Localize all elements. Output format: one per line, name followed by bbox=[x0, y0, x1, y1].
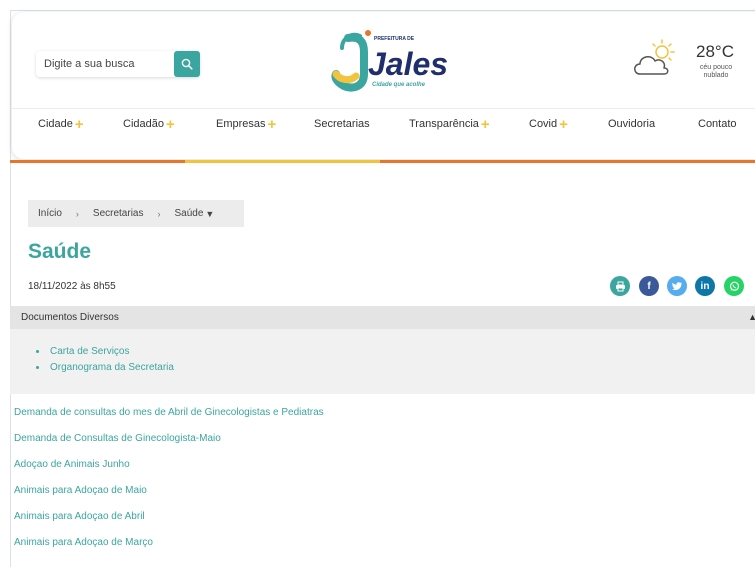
logo-tagline: Cidade que acolhe bbox=[372, 82, 426, 88]
nav-item-label: Transparência bbox=[409, 118, 479, 130]
nav-item-label: Covid bbox=[529, 118, 558, 130]
breadcrumb-item-saude[interactable]: Saúde bbox=[174, 208, 203, 219]
document-link-organograma[interactable]: Organograma da Secretaria bbox=[36, 360, 174, 376]
nav-item-label: Cidade bbox=[38, 118, 73, 130]
documents-header-label: Documentos Diversos bbox=[21, 312, 119, 323]
linkedin-icon: in bbox=[700, 280, 710, 292]
weather-temperature: 28°C bbox=[696, 42, 734, 61]
logo-name: Jales bbox=[368, 46, 448, 82]
breadcrumb-item-inicio[interactable]: Início bbox=[38, 208, 62, 219]
partly-cloudy-icon bbox=[634, 39, 675, 75]
nav-item-label: Secretarias bbox=[314, 118, 370, 130]
search-box bbox=[36, 51, 200, 77]
print-icon bbox=[615, 281, 625, 291]
nav-divider bbox=[12, 108, 755, 109]
nav-item-label: Contato bbox=[698, 118, 737, 130]
breadcrumb-item-secretarias[interactable]: Secretarias bbox=[93, 208, 144, 219]
nav-item-cidade[interactable]: Cidade + bbox=[38, 115, 84, 133]
documents-panel: Documentos Diversos ▲ Carta de Serviços … bbox=[10, 306, 755, 394]
nav-item-transparencia[interactable]: Transparência + bbox=[409, 115, 490, 133]
header-color-bar bbox=[10, 160, 755, 163]
breadcrumb: Início › Secretarias › Saúde ▼ bbox=[28, 200, 244, 227]
documents-header[interactable]: Documentos Diversos ▲ bbox=[10, 306, 755, 329]
nav-item-label: Empresas bbox=[216, 118, 266, 130]
plus-icon: + bbox=[74, 115, 84, 133]
breadcrumb-separator: › bbox=[157, 208, 161, 219]
page-title: Saúde bbox=[28, 240, 92, 263]
search-input[interactable] bbox=[44, 55, 168, 73]
logo-top-text: PREFEITURA DE bbox=[374, 36, 415, 42]
whatsapp-icon bbox=[729, 281, 739, 291]
nav-item-secretarias[interactable]: Secretarias bbox=[314, 118, 370, 130]
nav-item-contato[interactable]: Contato bbox=[698, 118, 737, 130]
caret-up-icon[interactable]: ▲ bbox=[748, 306, 755, 329]
linkedin-share-button[interactable]: in bbox=[695, 276, 715, 296]
plus-icon: + bbox=[480, 115, 490, 133]
facebook-share-button[interactable]: f bbox=[639, 276, 659, 296]
print-button[interactable] bbox=[610, 276, 630, 296]
nav-item-empresas[interactable]: Empresas + bbox=[216, 115, 277, 133]
publish-date: 18/11/2022 às 8h55 bbox=[28, 281, 116, 292]
logo-graphic: PREFEITURA DE Jales Cidade que acolhe bbox=[331, 30, 448, 92]
content-link[interactable]: Demanda de consultas do mes de Abril de … bbox=[14, 406, 324, 432]
content-links: Demanda de consultas do mes de Abril de … bbox=[14, 406, 324, 562]
twitter-icon bbox=[671, 282, 682, 291]
nav-item-ouvidoria[interactable]: Ouvidoria bbox=[608, 118, 655, 130]
content-link[interactable]: Animais para Adoçao de Abril bbox=[14, 510, 324, 536]
whatsapp-share-button[interactable] bbox=[724, 276, 744, 296]
documents-list: Carta de Serviços Organograma da Secreta… bbox=[36, 344, 174, 376]
breadcrumb-separator: › bbox=[75, 208, 79, 219]
caret-down-icon[interactable]: ▼ bbox=[205, 209, 214, 219]
weather-description: céu pouco nublado bbox=[699, 64, 733, 79]
facebook-icon: f bbox=[647, 280, 651, 292]
search-icon bbox=[181, 58, 193, 70]
content-link[interactable]: Demanda de Consultas de Ginecologista-Ma… bbox=[14, 432, 324, 458]
weather-widget: 28°C céu pouco nublado bbox=[630, 38, 750, 90]
nav-item-cidadao[interactable]: Cidadão + bbox=[123, 115, 175, 133]
nav-item-label: Ouvidoria bbox=[608, 118, 656, 130]
search-button[interactable] bbox=[174, 51, 200, 77]
plus-icon: + bbox=[165, 115, 175, 133]
plus-icon: + bbox=[559, 115, 568, 133]
document-link-carta-de-servicos[interactable]: Carta de Serviços bbox=[36, 344, 174, 360]
content-link[interactable]: Animais para Adoçao de Maio bbox=[14, 484, 324, 510]
nav-item-covid[interactable]: Covid + bbox=[529, 115, 568, 133]
content-link[interactable]: Adoçao de Animais Junho bbox=[14, 458, 324, 484]
plus-icon: + bbox=[267, 115, 277, 133]
twitter-share-button[interactable] bbox=[667, 276, 687, 296]
main-nav: Cidade + Cidadão + Empresas + Secretarias T… bbox=[12, 112, 755, 140]
nav-item-label: Cidadão bbox=[123, 118, 164, 130]
content-link[interactable]: Animais para Adoçao de Março bbox=[14, 536, 324, 562]
site-logo[interactable]: PREFEITURA DE Jales Cidade que acolhe bbox=[330, 28, 450, 94]
